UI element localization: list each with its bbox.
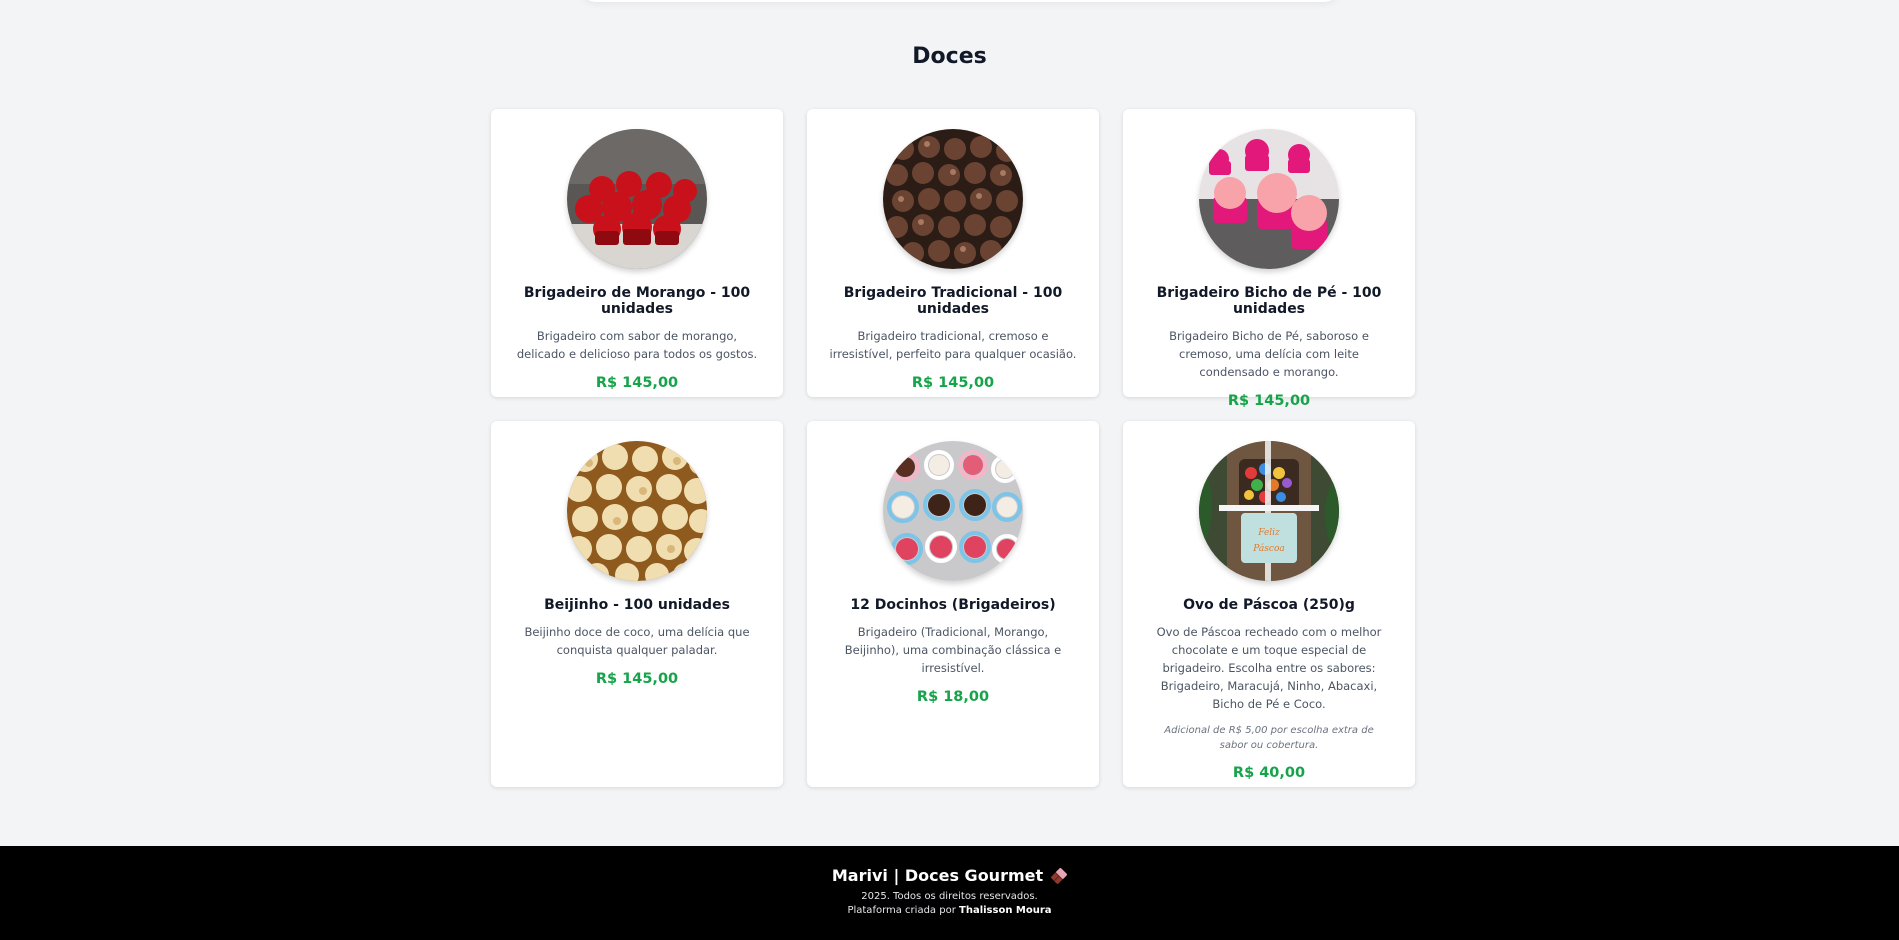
product-description: Brigadeiro Bicho de Pé, saboroso e cremo… [1169, 329, 1369, 379]
chocolate-bar-icon [1051, 867, 1068, 884]
product-price: R$ 145,00 [1227, 393, 1311, 409]
product-name: Brigadeiro de Morango - 100 unidades [523, 285, 751, 317]
product-price: R$ 145,00 [595, 375, 679, 391]
product-card[interactable]: Brigadeiro Bicho de Pé - 100 unidades Br… [1123, 109, 1415, 409]
product-price: R$ 145,00 [911, 375, 995, 391]
product-image [1199, 129, 1339, 269]
product-image [567, 441, 707, 581]
product-name: Brigadeiro Bicho de Pé - 100 unidades [1156, 285, 1382, 317]
product-price: R$ 40,00 [1232, 765, 1306, 781]
section-title: Doces [912, 44, 987, 69]
product-name: 12 Docinhos (Brigadeiros) [850, 597, 1056, 613]
product-card[interactable]: Brigadeiro de Morango - 100 unidades Bri… [491, 109, 783, 397]
product-card[interactable]: Brigadeiro Tradicional - 100 unidades Br… [807, 109, 1099, 397]
credit-prefix: Plataforma criada por [847, 905, 956, 916]
product-note: Adicional de R$ 5,00 por escolha extra d… [1164, 725, 1374, 751]
product-price: R$ 145,00 [595, 671, 679, 687]
product-description: Brigadeiro (Tradicional, Morango, Beijin… [844, 625, 1062, 675]
svg-text:Feliz: Feliz [1257, 528, 1280, 538]
copyright-text: 2025. Todos os direitos reservados. [861, 891, 1038, 902]
product-card[interactable]: 12 Docinhos (Brigadeiros) Brigadeiro (Tr… [807, 421, 1099, 787]
credit-author-link[interactable]: Thalisson Moura [959, 905, 1052, 916]
product-image [883, 129, 1023, 269]
product-description: Brigadeiro tradicional, cremoso e irresi… [829, 329, 1077, 361]
product-description: Beijinho doce de coco, uma delícia que c… [524, 625, 750, 657]
product-image: Feliz Páscoa [1199, 441, 1339, 581]
brand-name: Marivi | Doces Gourmet [831, 866, 1044, 885]
product-price: R$ 18,00 [916, 689, 990, 705]
svg-text:Páscoa: Páscoa [1252, 543, 1284, 554]
product-name: Beijinho - 100 unidades [544, 597, 730, 613]
product-description: Brigadeiro com sabor de morango, delicad… [516, 329, 758, 361]
product-grid: Brigadeiro de Morango - 100 unidades Bri… [491, 109, 1415, 787]
header-panel-edge [580, 0, 1340, 2]
product-name: Brigadeiro Tradicional - 100 unidades [843, 285, 1063, 317]
product-card[interactable]: Beijinho - 100 unidades Beijinho doce de… [491, 421, 783, 787]
footer-brand: Marivi | Doces Gourmet [831, 866, 1068, 885]
product-description: Ovo de Páscoa recheado com o melhor choc… [1156, 625, 1382, 711]
product-image [883, 441, 1023, 581]
product-image [567, 129, 707, 269]
credit-text: Plataforma criada por Thalisson Moura [0, 905, 1899, 916]
site-footer: Marivi | Doces Gourmet 2025. Todos os di… [0, 846, 1899, 940]
product-name: Ovo de Páscoa (250)g [1183, 597, 1355, 613]
product-card[interactable]: Feliz Páscoa Ovo de Páscoa (250)g Ovo de… [1123, 421, 1415, 787]
